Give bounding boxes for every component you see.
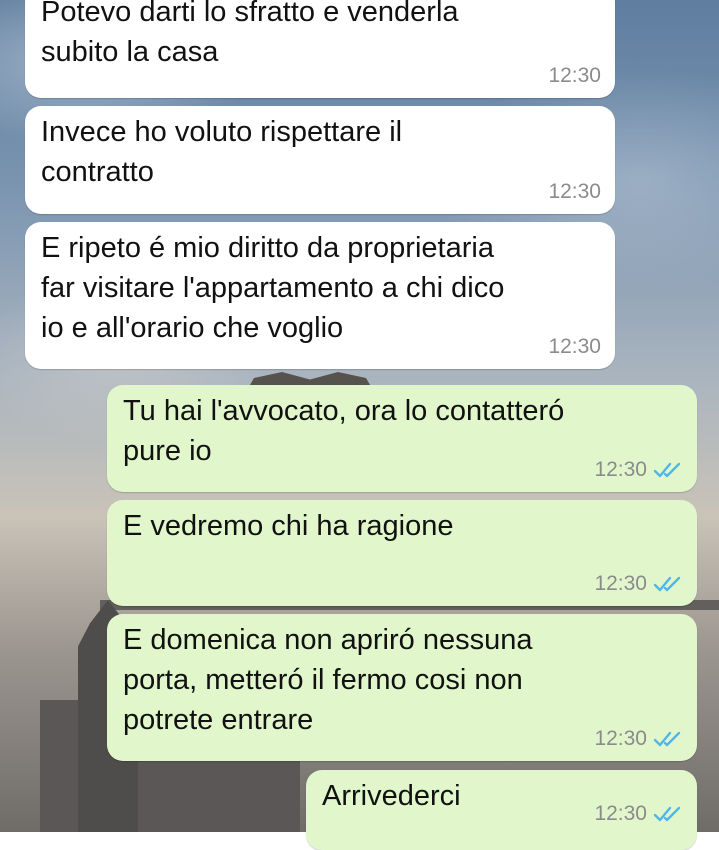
double-check-icon — [653, 462, 681, 478]
double-check-icon — [653, 806, 681, 822]
message-meta: 12:30 — [594, 572, 683, 596]
message-list[interactable]: Potevo darti lo sfratto e venderla subit… — [0, 0, 719, 850]
incoming-message[interactable]: Invece ho voluto rispettare il contratto… — [25, 106, 615, 214]
message-time: 12:30 — [594, 572, 647, 595]
message-time: 12:30 — [594, 727, 647, 750]
incoming-message[interactable]: E ripeto é mio diritto da proprietaria f… — [25, 222, 615, 369]
incoming-message[interactable]: Potevo darti lo sfratto e venderla subit… — [25, 0, 615, 98]
message-text: E vedremo chi ha ragione — [123, 510, 454, 542]
outgoing-message[interactable]: Tu hai l'avvocato, ora lo contatteró pur… — [107, 385, 697, 492]
message-time: 12:30 — [594, 458, 647, 481]
double-check-icon — [653, 576, 681, 592]
outgoing-message[interactable]: E vedremo chi ha ragione 12:30 — [107, 500, 697, 606]
outgoing-message[interactable]: E domenica non apriró nessuna porta, met… — [107, 614, 697, 761]
message-text: E ripeto é mio diritto da proprietaria f… — [41, 232, 505, 344]
message-meta: 12:30 — [548, 180, 601, 204]
outgoing-message[interactable]: Arrivederci 12:30 — [306, 770, 697, 850]
message-text: Invece ho voluto rispettare il contratto — [41, 116, 403, 188]
message-meta: 12:30 — [594, 802, 683, 826]
message-time: 12:30 — [548, 180, 601, 203]
message-meta: 12:30 — [548, 64, 601, 88]
message-time: 12:30 — [548, 335, 601, 358]
message-text: E domenica non apriró nessuna porta, met… — [123, 624, 533, 736]
message-time: 12:30 — [548, 64, 601, 87]
message-meta: 12:30 — [548, 335, 601, 359]
message-text: Potevo darti lo sfratto e venderla subit… — [41, 0, 459, 68]
message-time: 12:30 — [594, 802, 647, 825]
message-meta: 12:30 — [594, 458, 683, 482]
double-check-icon — [653, 731, 681, 747]
message-meta: 12:30 — [594, 727, 683, 751]
